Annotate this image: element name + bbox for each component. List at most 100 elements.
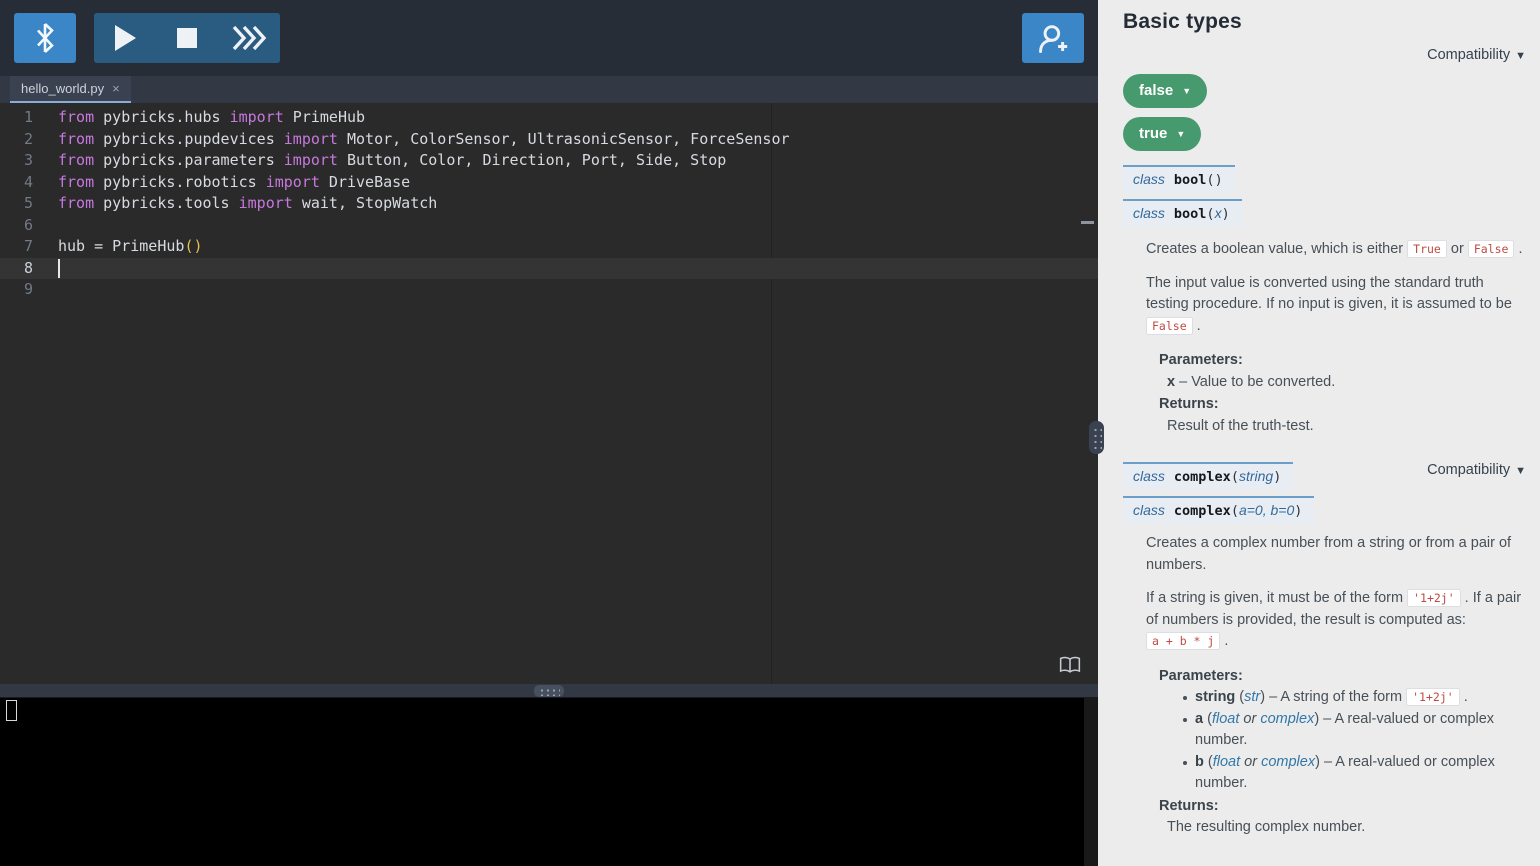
text: . [1193, 318, 1201, 334]
code-text: from pybricks.tools import wait, StopWat… [46, 193, 437, 215]
terminal-scrollbar-track[interactable] [1084, 698, 1098, 866]
code-line[interactable]: 7hub = PrimeHub() [0, 236, 1098, 258]
code-line[interactable]: 6 [0, 215, 1098, 237]
fast-forward-icon [231, 24, 267, 52]
keyword-token: import [239, 194, 293, 212]
field-item: string (str) – A string of the form '1+2… [1183, 687, 1526, 709]
false-block-pill[interactable]: false▼ [1123, 74, 1207, 108]
code-token: PrimeHub [284, 108, 365, 126]
text: Creates a boolean value, which is either [1146, 241, 1407, 257]
scrollbar-marker[interactable] [1081, 221, 1094, 224]
paren-open: ( [1231, 469, 1239, 485]
text: or [1447, 241, 1468, 257]
code-text: from pybricks.robotics import DriveBase [46, 172, 410, 194]
field-list: Parameters:x – Value to be converted.Ret… [1159, 350, 1526, 437]
docs-splitter-grip[interactable] [1089, 421, 1104, 454]
tab-close-icon[interactable]: × [112, 82, 120, 95]
code-token: wait, StopWatch [293, 194, 438, 212]
terminal-cursor [6, 700, 17, 721]
grip-dots [1092, 426, 1102, 450]
play-icon [112, 23, 138, 53]
book-icon [1059, 656, 1081, 674]
account-button[interactable] [1022, 13, 1084, 63]
code-lines: 1from pybricks.hubs import PrimeHub2from… [0, 107, 1098, 301]
code-token: hub = PrimeHub [58, 237, 184, 255]
paren-close: ) [1273, 469, 1281, 485]
code-line[interactable]: 3from pybricks.parameters import Button,… [0, 150, 1098, 172]
code-line[interactable]: 4from pybricks.robotics import DriveBase [0, 172, 1098, 194]
param-name: string [1195, 689, 1235, 705]
text: . [1460, 689, 1468, 705]
param-name: b [1195, 754, 1204, 770]
class-signature: classcomplex(a=0, b=0) [1123, 496, 1314, 524]
text: If a string is given, it must be of the … [1146, 590, 1407, 606]
docs-paragraph: If a string is given, it must be of the … [1146, 588, 1526, 653]
line-number: 5 [0, 193, 46, 215]
keyword-token: import [284, 151, 338, 169]
code-line[interactable]: 2from pybricks.pupdevices import Motor, … [0, 129, 1098, 151]
text: ( [1235, 689, 1244, 705]
tab-hello-world[interactable]: hello_world.py × [10, 76, 131, 103]
field-item: x – Value to be converted. [1167, 372, 1526, 394]
field-item: b (float or complex) – A real-valued or … [1183, 752, 1526, 795]
code-text [46, 215, 58, 237]
class-signature: classbool(x) [1123, 199, 1242, 227]
italic-text: or [1240, 754, 1261, 770]
docs-toggle-button[interactable] [1059, 656, 1081, 674]
compatibility-toggle[interactable]: Compatibility▼ [1123, 47, 1526, 63]
field-label: Returns: [1159, 796, 1526, 818]
keyword-token: from [58, 151, 94, 169]
inline-code: '1+2j' [1407, 589, 1461, 607]
stop-icon [175, 26, 199, 50]
run-button[interactable] [94, 13, 156, 63]
terminal[interactable] [0, 698, 1098, 866]
code-text: from pybricks.parameters import Button, … [46, 150, 726, 172]
class-keyword: class [1133, 205, 1165, 221]
code-token: pybricks.tools [94, 194, 239, 212]
param-name: x [1167, 374, 1175, 390]
text: Result of the truth-test. [1167, 418, 1314, 434]
paren-open: ( [1206, 206, 1214, 222]
class-keyword: class [1133, 502, 1165, 518]
inline-code: False [1146, 317, 1193, 335]
code-text: hub = PrimeHub() [46, 236, 203, 258]
code-line[interactable]: 9 [0, 279, 1098, 301]
toolbar [0, 0, 1098, 76]
flash-button[interactable] [218, 13, 280, 63]
type-link[interactable]: complex [1260, 711, 1314, 727]
code-text [46, 258, 58, 280]
code-token: Motor, ColorSensor, UltrasonicSensor, Fo… [338, 130, 790, 148]
code-line[interactable]: 8 [0, 258, 1098, 280]
text: The input value is converted using the s… [1146, 275, 1512, 313]
pill-row: false▼ [1123, 74, 1526, 117]
type-link[interactable]: float [1213, 754, 1240, 770]
italic-text: or [1239, 711, 1260, 727]
type-link[interactable]: complex [1261, 754, 1315, 770]
bracket-token: () [184, 237, 202, 255]
block-pills: false▼ true▼ [1123, 74, 1526, 160]
terminal-splitter[interactable] [0, 684, 1098, 698]
grip-dots [538, 687, 560, 696]
field-label: Returns: [1159, 394, 1526, 416]
type-link[interactable]: float [1212, 711, 1239, 727]
paren-close: ) [1294, 503, 1302, 519]
type-link[interactable]: str [1244, 689, 1260, 705]
compatibility-toggle[interactable]: Compatibility▼ [1427, 462, 1526, 478]
code-editor[interactable]: 1from pybricks.hubs import PrimeHub2from… [0, 103, 1098, 684]
stop-button[interactable] [156, 13, 218, 63]
splitter-grip-horizontal[interactable] [534, 685, 564, 697]
bluetooth-button[interactable] [14, 13, 76, 63]
compatibility-label: Compatibility [1427, 47, 1510, 63]
class-signature: classcomplex(string) [1123, 462, 1293, 490]
code-text: from pybricks.hubs import PrimeHub [46, 107, 365, 129]
docs-paragraph: The input value is converted using the s… [1146, 273, 1526, 338]
code-line[interactable]: 5from pybricks.tools import wait, StopWa… [0, 193, 1098, 215]
paren-open: ( [1206, 172, 1214, 188]
run-controls-group [94, 13, 280, 63]
keyword-token: from [58, 130, 94, 148]
field-item: Result of the truth-test. [1167, 416, 1526, 438]
left-pane: hello_world.py × 1from pybricks.hubs imp… [0, 0, 1098, 866]
code-line[interactable]: 1from pybricks.hubs import PrimeHub [0, 107, 1098, 129]
class-name: bool [1174, 206, 1207, 222]
true-block-pill[interactable]: true▼ [1123, 117, 1201, 151]
